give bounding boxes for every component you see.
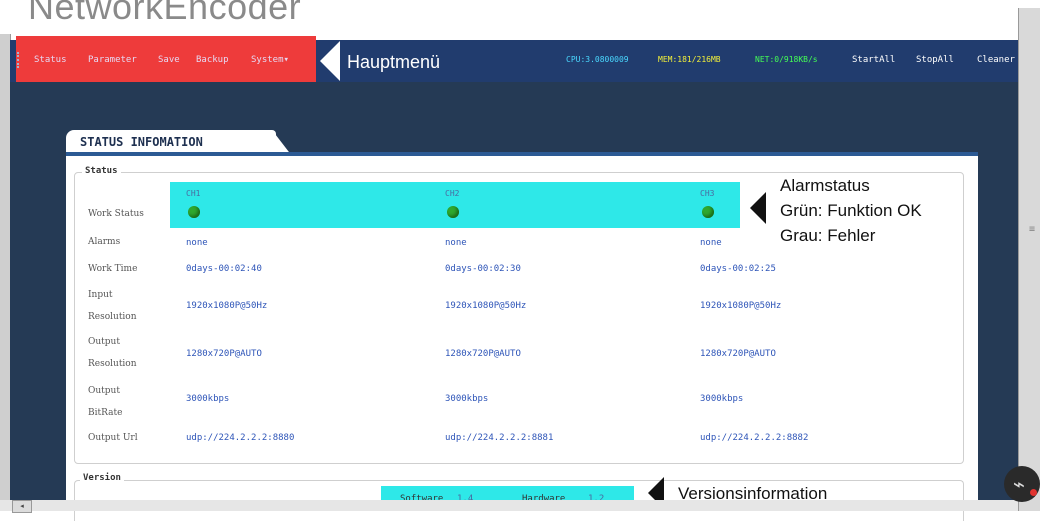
app-title: NetworkEncoder <box>28 0 302 27</box>
cpu-usage: CPU:3.0800009 <box>566 55 629 64</box>
ch3-status-led-icon <box>702 206 714 218</box>
channel-3-header: CH3 <box>700 189 715 198</box>
row-label-work-time: Work Time <box>88 264 138 274</box>
ch2-input-resolution: 1920x1080P@50Hz <box>445 301 527 311</box>
version-legend: Version <box>80 473 124 483</box>
row-label-output: Output <box>88 337 120 347</box>
row-label-input-resolution: Resolution <box>88 312 137 322</box>
channel-1-header: CH1 <box>186 189 201 198</box>
row-label-output-bitrate: BitRate <box>88 408 123 418</box>
row-label-alarms: Alarms <box>88 237 121 247</box>
ch1-output-url: udp://224.2.2.2:8880 <box>186 433 295 443</box>
chevron-down-icon: ▾ <box>283 55 289 65</box>
row-label-input: Input <box>88 290 113 300</box>
alarm-status-grey: Grau: Fehler <box>780 226 876 245</box>
ch3-output-bitrate: 3000kbps <box>700 394 744 404</box>
arrow-left-icon <box>750 192 766 224</box>
ch3-output-resolution: 1280x720P@AUTO <box>700 349 776 359</box>
menu-parameter[interactable]: Parameter <box>88 55 137 65</box>
ch1-alarms: none <box>186 238 208 248</box>
ch1-work-time: 0days-00:02:40 <box>186 264 262 274</box>
ch1-output-bitrate: 3000kbps <box>186 394 230 404</box>
memory-usage: MEM:181/216MB <box>658 55 721 64</box>
ch3-input-resolution: 1920x1080P@50Hz <box>700 301 782 311</box>
stop-all-button[interactable]: StopAll <box>916 55 954 65</box>
menu-system[interactable]: System▾ <box>251 55 289 65</box>
cleaner-button[interactable]: Cleaner <box>977 55 1015 65</box>
alarm-status-green: Grün: Funktion OK <box>780 201 922 220</box>
scroll-left-arrow-icon[interactable]: ◂ <box>12 500 32 513</box>
row-label-output-url: Output Url <box>88 433 138 443</box>
channel-2-header: CH2 <box>445 189 460 198</box>
error-dot-icon <box>1030 489 1037 496</box>
menu-status[interactable]: Status <box>34 55 67 65</box>
network-usage: NET:0/918KB/s <box>755 55 818 64</box>
ch2-alarms: none <box>445 238 467 248</box>
scrollbar-grip-icon: ≡ <box>1029 224 1036 235</box>
drag-grip-icon[interactable] <box>17 52 22 68</box>
hauptmenu-annotation: Hauptmenü <box>347 52 441 72</box>
vertical-scrollbar[interactable] <box>1018 8 1040 511</box>
arrow-left-icon <box>320 41 340 81</box>
status-legend: Status <box>82 166 121 176</box>
horizontal-scrollbar[interactable] <box>0 500 1018 511</box>
row-label-output-2: Output <box>88 386 120 396</box>
row-label-work-status: Work Status <box>88 209 144 219</box>
ch3-work-time: 0days-00:02:25 <box>700 264 776 274</box>
ch1-input-resolution: 1920x1080P@50Hz <box>186 301 268 311</box>
alarm-status-title: Alarmstatus <box>780 176 870 195</box>
tab-label: STATUS INFOMATION <box>80 135 203 149</box>
ch1-output-resolution: 1280x720P@AUTO <box>186 349 262 359</box>
ch2-output-url: udp://224.2.2.2:8881 <box>445 433 554 443</box>
menu-save[interactable]: Save <box>158 55 180 65</box>
ch2-status-led-icon <box>447 206 459 218</box>
row-label-output-resolution: Resolution <box>88 359 137 369</box>
ch3-alarms: none <box>700 238 722 248</box>
ch3-output-url: udp://224.2.2.2:8882 <box>700 433 809 443</box>
ch1-status-led-icon <box>188 206 200 218</box>
ch2-output-resolution: 1280x720P@AUTO <box>445 349 521 359</box>
menu-system-label: System <box>251 55 284 65</box>
ch2-work-time: 0days-00:02:30 <box>445 264 521 274</box>
ch2-output-bitrate: 3000kbps <box>445 394 489 404</box>
wifi-icon: ⌁ <box>1013 472 1026 496</box>
menu-backup[interactable]: Backup <box>196 55 229 65</box>
start-all-button[interactable]: StartAll <box>852 55 895 65</box>
